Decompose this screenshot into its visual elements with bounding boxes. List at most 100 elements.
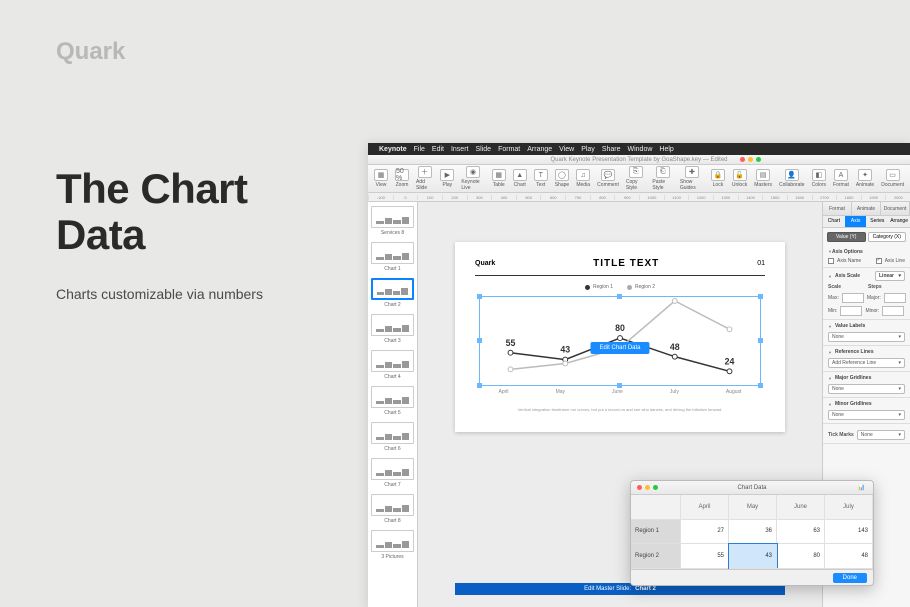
resize-handle[interactable] <box>617 294 622 299</box>
slide-thumbnail[interactable]: Chart 2 <box>371 278 414 308</box>
slide-thumbnail[interactable]: Chart 7 <box>371 458 414 488</box>
toolbar-format[interactable]: AFormat <box>831 169 851 188</box>
data-cell[interactable]: 27 <box>681 520 729 545</box>
menu-item[interactable]: Help <box>659 146 673 153</box>
toolbar-animate[interactable]: ✦Animate <box>854 169 876 188</box>
toolbar-document[interactable]: ▭Document <box>879 169 906 188</box>
subtab-series[interactable]: Series <box>866 216 888 227</box>
tab-animate[interactable]: Animate <box>852 202 881 215</box>
toolbar-show-guides[interactable]: ✚Show Guides <box>678 166 706 191</box>
toolbar-table[interactable]: ▦Table <box>490 169 508 188</box>
slide-thumbnail[interactable]: Chart 1 <box>371 242 414 272</box>
pill-category-x[interactable]: Category (X) <box>868 232 907 242</box>
data-cell[interactable]: 55 <box>681 544 729 569</box>
section-major-gridlines[interactable]: Major Gridlines <box>828 375 905 381</box>
resize-handle[interactable] <box>617 383 622 388</box>
subtab-axis[interactable]: Axis <box>845 216 867 227</box>
minimize-icon[interactable] <box>748 157 753 162</box>
minor-gridlines-select[interactable]: None▾ <box>828 410 905 420</box>
toolbar-zoom[interactable]: 50 %Zoom <box>393 169 411 188</box>
toolbar-unlock[interactable]: 🔓Unlock <box>730 169 749 188</box>
column-header[interactable]: April <box>681 495 729 520</box>
chart-type-icon[interactable]: 📊 <box>858 484 865 491</box>
resize-handle[interactable] <box>477 338 482 343</box>
data-cell[interactable]: 36 <box>729 520 777 545</box>
close-icon[interactable] <box>637 485 642 490</box>
slide-title[interactable]: TITLE TEXT <box>593 258 659 269</box>
menu-item[interactable]: Edit <box>432 146 444 153</box>
column-header[interactable]: May <box>729 495 777 520</box>
tab-document[interactable]: Document <box>881 202 910 215</box>
resize-handle[interactable] <box>758 383 763 388</box>
value-labels-select[interactable]: None▾ <box>828 332 905 342</box>
toolbar-copy-style[interactable]: ⎘Copy Style <box>624 166 648 191</box>
menu-item[interactable]: Play <box>581 146 595 153</box>
slide-thumbnail[interactable]: Chart 5 <box>371 386 414 416</box>
menu-item[interactable]: File <box>414 146 425 153</box>
section-minor-gridlines[interactable]: Minor Gridlines <box>828 401 905 407</box>
done-button[interactable]: Done <box>833 573 867 583</box>
slide-thumbnail[interactable]: Services 8 <box>371 206 414 236</box>
data-cell[interactable]: 43 <box>729 544 777 569</box>
menu-item[interactable]: Arrange <box>527 146 552 153</box>
slide-thumbnail[interactable]: Chart 4 <box>371 350 414 380</box>
edit-chart-data-button[interactable]: Edit Chart Data <box>590 342 649 354</box>
pill-value-y[interactable]: Value (Y) <box>827 232 866 242</box>
menu-item[interactable]: View <box>559 146 574 153</box>
column-header[interactable]: July <box>825 495 873 520</box>
resize-handle[interactable] <box>477 383 482 388</box>
menu-item[interactable]: Insert <box>451 146 469 153</box>
zoom-icon[interactable] <box>653 485 658 490</box>
row-header[interactable]: Region 1 <box>631 520 681 545</box>
major-gridlines-select[interactable]: None▾ <box>828 384 905 394</box>
slide[interactable]: Quark TITLE TEXT 01 Region 1 Region 2 <box>455 242 785 432</box>
toolbar-comment[interactable]: 💬Comment <box>595 169 621 188</box>
data-cell[interactable]: 143 <box>825 520 873 545</box>
toolbar-collaborate[interactable]: 👤Collaborate <box>777 169 807 188</box>
resize-handle[interactable] <box>758 338 763 343</box>
toolbar-view[interactable]: ▦View <box>372 169 390 188</box>
toolbar-add-slide[interactable]: ＋Add Slide <box>414 166 435 191</box>
close-icon[interactable] <box>740 157 745 162</box>
checkbox-axis-line[interactable] <box>876 258 882 264</box>
toolbar-keynote-live[interactable]: ◉Keynote Live <box>459 166 486 191</box>
menu-item[interactable]: Share <box>602 146 621 153</box>
data-cell[interactable]: 48 <box>825 544 873 569</box>
subtab-arrange[interactable]: Arrange <box>888 216 910 227</box>
scale-type-select[interactable]: Linear▾ <box>875 271 905 281</box>
section-axis-options[interactable]: Axis Options <box>828 249 905 255</box>
menu-item[interactable]: Format <box>498 146 520 153</box>
slide-thumbnail[interactable]: Chart 6 <box>371 422 414 452</box>
toolbar-masters[interactable]: ▤Masters <box>752 169 774 188</box>
slide-thumbnail[interactable]: 3 Pictures <box>371 530 414 560</box>
checkbox-axis-name[interactable] <box>828 258 834 264</box>
row-header[interactable]: Region 2 <box>631 544 681 569</box>
data-cell[interactable]: 80 <box>777 544 825 569</box>
scale-max-input[interactable] <box>842 293 864 303</box>
toolbar-shape[interactable]: ◯Shape <box>553 169 571 188</box>
minimize-icon[interactable] <box>645 485 650 490</box>
resize-handle[interactable] <box>477 294 482 299</box>
data-cell[interactable]: 63 <box>777 520 825 545</box>
data-grid[interactable]: AprilMayJuneJulyRegion 1273663143Region … <box>631 495 873 569</box>
slide-thumbnail[interactable]: Chart 8 <box>371 494 414 524</box>
resize-handle[interactable] <box>758 294 763 299</box>
tick-marks-select[interactable]: None▾ <box>857 430 905 440</box>
section-reference-lines[interactable]: Reference Lines <box>828 349 905 355</box>
slide-thumbnail[interactable]: Chart 3 <box>371 314 414 344</box>
toolbar-chart[interactable]: ▲Chart <box>511 169 529 188</box>
menu-item[interactable]: Keynote <box>379 146 407 153</box>
section-axis-scale[interactable]: Axis ScaleLinear▾ <box>828 271 905 281</box>
slide-navigator[interactable]: Services 8 Chart 1 Chart 2 Chart 3 Chart 4 Ch… <box>368 202 418 607</box>
toolbar-lock[interactable]: 🔒Lock <box>709 169 727 188</box>
menu-item[interactable]: Slide <box>475 146 491 153</box>
steps-minor-input[interactable] <box>882 306 904 316</box>
reference-lines-select[interactable]: Add Reference Line▾ <box>828 358 905 368</box>
section-value-labels[interactable]: Value Labels <box>828 323 905 329</box>
scale-min-input[interactable] <box>840 306 862 316</box>
toolbar-text[interactable]: TText <box>532 169 550 188</box>
menu-item[interactable]: Window <box>628 146 653 153</box>
zoom-icon[interactable] <box>756 157 761 162</box>
chart-object[interactable]: 55 43 80 48 24 Edit Chart Data <box>479 296 761 386</box>
toolbar-colors[interactable]: ◧Colors <box>810 169 828 188</box>
